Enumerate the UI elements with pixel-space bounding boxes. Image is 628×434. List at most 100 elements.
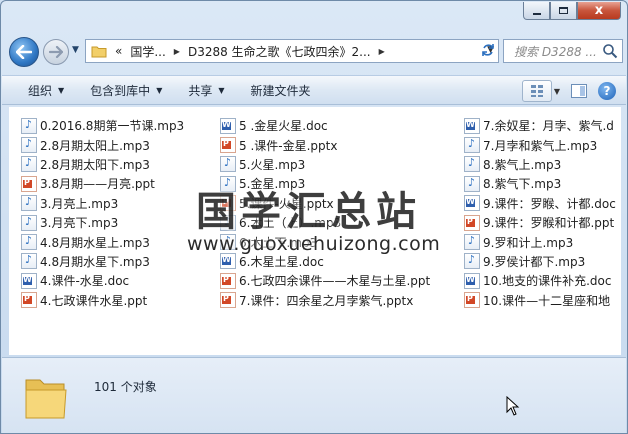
file-item[interactable]: 3.8月期——月亮.ppt <box>21 174 184 193</box>
file-item[interactable]: 5.火星.mp3 <box>220 155 430 174</box>
new-folder-label: 新建文件夹 <box>250 83 311 98</box>
mp3-file-icon <box>464 175 480 192</box>
file-column-3: 7.余奴星：月孛、紫气.d 7.月孛和紫气上.mp3 8.紫气上.mp3 8.紫气下.… <box>464 116 616 310</box>
file-item[interactable]: 2.8月期太阳下.mp3 <box>21 155 184 174</box>
breadcrumb-overflow[interactable]: « <box>115 44 122 58</box>
mp3-file-icon <box>21 156 37 173</box>
search-icon[interactable] <box>602 43 618 59</box>
share-menu[interactable]: 共享 ▼ <box>188 82 224 99</box>
file-item[interactable]: 8.紫气下.mp3 <box>464 174 616 193</box>
file-item[interactable]: 7.余奴星：月孛、紫气.d <box>464 116 616 135</box>
file-item[interactable]: 2.8月期太阳上.mp3 <box>21 135 184 154</box>
preview-pane-button[interactable] <box>568 80 590 102</box>
doc-file-icon <box>21 272 37 289</box>
history-dropdown-icon[interactable]: ▼ <box>72 45 79 55</box>
watermark-title: 国学汇总站 <box>196 189 421 235</box>
file-item[interactable]: 9.罗侯计都下.mp3 <box>464 252 616 271</box>
command-bar: 组织 ▼ 包含到库中 ▼ 共享 ▼ 新建文件夹 ▼ ? <box>2 75 626 105</box>
forward-button[interactable] <box>43 39 69 65</box>
mp3-file-icon <box>464 253 480 270</box>
file-item[interactable]: 4.8月期水星上.mp3 <box>21 232 184 251</box>
file-name: 3.月亮上.mp3 <box>40 196 119 211</box>
file-item[interactable]: 8.紫气上.mp3 <box>464 155 616 174</box>
chevron-down-icon: ▼ <box>156 85 163 95</box>
file-name: 9.课件：罗睺、计都.doc <box>483 196 616 211</box>
mp3-file-icon <box>21 234 37 251</box>
watermark-url: www.guoxuehuizong.com <box>187 233 441 255</box>
file-item[interactable]: 4.8月期水星下.mp3 <box>21 252 184 271</box>
file-item[interactable]: 9.课件：罗睺和计都.ppt <box>464 213 616 232</box>
search-box[interactable]: 搜索 D3288 ... <box>503 39 623 63</box>
file-item[interactable]: 9.课件：罗睺、计都.doc <box>464 194 616 213</box>
file-item[interactable]: 5 .课件-金星.pptx <box>220 135 430 154</box>
refresh-icon <box>482 44 494 56</box>
file-item[interactable]: 10.课件—十二星座和地 <box>464 291 616 310</box>
back-button[interactable] <box>9 37 39 67</box>
doc-file-icon <box>220 253 236 270</box>
file-item[interactable]: 3.月亮下.mp3 <box>21 213 184 232</box>
address-bar[interactable]: « 国学... ▶ D3288 生命之歌《七政四余》2... ▶ ▼ <box>85 39 499 63</box>
close-button[interactable]: x <box>577 2 621 20</box>
file-item[interactable]: 4.七政课件水星.ppt <box>21 291 184 310</box>
file-item[interactable]: 9.罗和计上.mp3 <box>464 232 616 251</box>
chevron-right-icon[interactable]: ▶ <box>379 47 385 56</box>
file-name: 4.8月期水星上.mp3 <box>40 235 150 250</box>
file-name: 9.罗侯计都下.mp3 <box>483 254 586 269</box>
details-pane: 101 个对象 <box>2 357 626 433</box>
close-icon: x <box>594 3 604 18</box>
file-name: 10.课件—十二星座和地 <box>483 293 611 308</box>
ppt-file-icon <box>220 292 236 309</box>
file-item[interactable]: 7.课件：四余星之月孛紫气.pptx <box>220 291 430 310</box>
file-item[interactable]: 10.地支的课件补充.doc <box>464 271 616 290</box>
change-view-button[interactable] <box>521 80 552 102</box>
file-item[interactable]: 3.月亮上.mp3 <box>21 194 184 213</box>
file-name: 7.余奴星：月孛、紫气.d <box>483 119 614 134</box>
breadcrumb: « 国学... ▶ D3288 生命之歌《七政四余》2... ▶ <box>115 43 393 60</box>
minimize-icon <box>532 12 541 15</box>
breadcrumb-item-root[interactable]: 国学... <box>130 43 165 60</box>
organize-label: 组织 <box>28 83 53 98</box>
mouse-cursor-icon <box>506 396 520 416</box>
preview-pane-icon <box>571 84 587 98</box>
chevron-down-icon: ▼ <box>58 85 65 95</box>
file-item[interactable]: 0.2016.8期第一节课.mp3 <box>21 116 184 135</box>
minimize-button[interactable] <box>523 2 550 20</box>
file-item[interactable]: 6.七政四余课件——木星与土星.ppt <box>220 271 430 290</box>
mp3-file-icon <box>21 195 37 212</box>
ppt-file-icon <box>464 214 480 231</box>
item-count: 101 个对象 <box>94 380 157 394</box>
file-item[interactable]: 5 .金星火星.doc <box>220 116 430 135</box>
maximize-icon <box>559 7 568 14</box>
chevron-down-icon[interactable]: ▼ <box>554 87 560 96</box>
explorer-window: x ▼ « 国学... ▶ D3288 生命之歌《七政四余》2... ▶ ▼ 搜… <box>0 0 628 434</box>
file-name: 7.课件：四余星之月孛紫气.pptx <box>239 293 414 308</box>
search-placeholder: 搜索 D3288 ... <box>514 44 597 59</box>
file-name: 10.地支的课件补充.doc <box>483 274 612 289</box>
view-list-icon <box>530 85 543 97</box>
file-item[interactable]: 7.月孛和紫气上.mp3 <box>464 135 616 154</box>
file-name: 2.8月期太阳上.mp3 <box>40 138 150 153</box>
file-item[interactable]: 4.课件-水星.doc <box>21 271 184 290</box>
new-folder-button[interactable]: 新建文件夹 <box>251 82 311 99</box>
mp3-file-icon <box>464 234 480 251</box>
file-name: 6.木星土星.doc <box>239 254 324 269</box>
breadcrumb-item-folder[interactable]: D3288 生命之歌《七政四余》2... <box>188 43 371 60</box>
chevron-right-icon[interactable]: ▶ <box>174 47 180 56</box>
mp3-file-icon <box>21 117 37 134</box>
refresh-button[interactable] <box>479 41 497 59</box>
organize-menu[interactable]: 组织 ▼ <box>28 82 64 99</box>
file-name: 5 .课件-金星.pptx <box>239 138 338 153</box>
include-in-library-menu[interactable]: 包含到库中 ▼ <box>90 82 162 99</box>
doc-file-icon <box>464 272 480 289</box>
file-name: 8.紫气上.mp3 <box>483 157 562 172</box>
mp3-file-icon <box>21 253 37 270</box>
file-name: 7.月孛和紫气上.mp3 <box>483 138 598 153</box>
help-button[interactable]: ? <box>598 82 616 100</box>
mp3-file-icon <box>220 156 236 173</box>
maximize-button[interactable] <box>550 2 577 20</box>
doc-file-icon <box>220 117 236 134</box>
ppt-file-icon <box>21 175 37 192</box>
mp3-file-icon <box>21 214 37 231</box>
file-name: 4.课件-水星.doc <box>40 274 130 289</box>
file-name: 8.紫气下.mp3 <box>483 177 562 192</box>
